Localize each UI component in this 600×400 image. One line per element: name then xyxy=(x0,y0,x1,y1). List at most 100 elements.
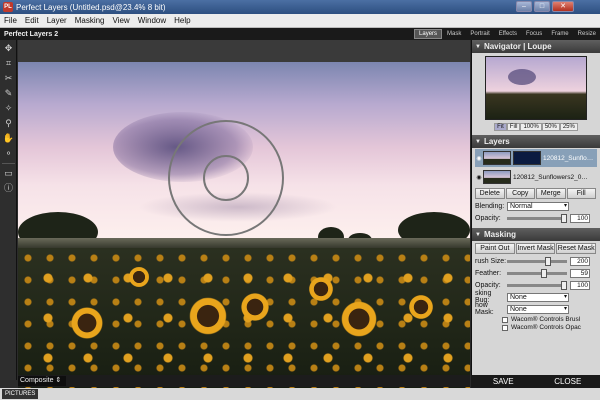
copy-layer-button[interactable]: Copy xyxy=(505,188,535,199)
slider-knob[interactable] xyxy=(545,256,551,266)
zoom-25-button[interactable]: 25% xyxy=(559,123,578,131)
brush-size-input[interactable]: 200 xyxy=(570,256,590,266)
close-button[interactable]: CLOSE xyxy=(536,375,600,388)
layer-opacity-row: Opacity: 100 xyxy=(475,213,597,223)
menu-layer[interactable]: Layer xyxy=(43,16,71,25)
opacity-label: Opacity: xyxy=(475,214,501,222)
zoom-fit-button[interactable]: Fit xyxy=(494,123,507,131)
tab-effects[interactable]: Effects xyxy=(495,30,521,38)
app-logo-icon: PL xyxy=(3,2,13,12)
menu-file[interactable]: File xyxy=(0,16,21,25)
mask-opacity-row: Opacity: 100 xyxy=(475,280,597,290)
navigator-header[interactable]: ▼ Navigator | Loupe xyxy=(472,40,600,53)
sunflower xyxy=(340,300,378,338)
save-button[interactable]: SAVE xyxy=(471,375,536,388)
brush-icon[interactable]: ✎ xyxy=(2,87,15,100)
menu-help[interactable]: Help xyxy=(170,16,194,25)
window-controls: – □ ✕ xyxy=(514,1,574,12)
maximize-button[interactable]: □ xyxy=(534,1,550,12)
layer-thumbnail xyxy=(483,151,511,165)
slider-knob[interactable] xyxy=(561,280,567,290)
menu-edit[interactable]: Edit xyxy=(21,16,43,25)
tab-mask[interactable]: Mask xyxy=(443,30,465,38)
zoom-fill-button[interactable]: Fill xyxy=(506,123,521,131)
zoom-50-button[interactable]: 50% xyxy=(541,123,560,131)
tab-layers[interactable]: Layers xyxy=(414,29,443,39)
close-window-button[interactable]: ✕ xyxy=(552,1,574,12)
window-title: Perfect Layers (Untitled.psd@23.4% 8 bit… xyxy=(16,2,166,12)
sunflower xyxy=(308,276,334,302)
layers-header[interactable]: ▼ Layers xyxy=(472,135,600,148)
crop-icon[interactable]: ⌗ xyxy=(2,57,15,70)
tool-palette: ✥ ⌗ ✂ ✎ ✧ ⚲ ✋ ⚬ ▭ ⓘ xyxy=(0,40,17,380)
visibility-eye-icon[interactable]: ◉ xyxy=(475,155,483,162)
collapse-triangle-icon: ▼ xyxy=(475,231,481,238)
info-icon[interactable]: ⓘ xyxy=(2,182,15,195)
delete-layer-button[interactable]: Delete xyxy=(475,188,505,199)
tab-portrait[interactable]: Portrait xyxy=(466,30,493,38)
eyedropper-icon[interactable]: ⚲ xyxy=(2,117,15,130)
visibility-eye-icon[interactable]: ◉ xyxy=(475,174,483,181)
layers-title: Layers xyxy=(483,137,510,146)
minimize-button[interactable]: – xyxy=(516,1,532,12)
masking-header[interactable]: ▼ Masking xyxy=(472,228,600,241)
menu-window[interactable]: Window xyxy=(134,16,170,25)
tool-divider xyxy=(2,163,15,164)
masking-bug-select[interactable]: None xyxy=(507,292,569,302)
feather-input[interactable]: 59 xyxy=(570,268,590,278)
wacom-opacity-checkbox-row[interactable]: Wacom® Controls Opac xyxy=(502,324,597,331)
opacity-input[interactable]: 100 xyxy=(570,213,590,223)
slider-knob[interactable] xyxy=(561,213,567,223)
layer-row[interactable]: ◉ 120812_Sunflo… xyxy=(475,149,597,167)
menu-masking[interactable]: Masking xyxy=(71,16,109,25)
mask-opacity-label: Opacity: xyxy=(475,281,501,289)
navigator-thumbnail[interactable] xyxy=(485,56,587,120)
zoom-icon[interactable]: ⚬ xyxy=(2,147,15,160)
sunflower xyxy=(240,292,270,322)
layer-row[interactable]: ◉ 120812_Sunflowers2_0… xyxy=(475,168,597,186)
menu-view[interactable]: View xyxy=(109,16,134,25)
masking-buttons: Paint Out Invert Mask Reset Mask xyxy=(475,243,597,254)
tab-resize[interactable]: Resize xyxy=(574,30,600,38)
hand-icon[interactable]: ✋ xyxy=(2,132,15,145)
zoom-buttons: Fit Fill 100% 50% 25% xyxy=(472,123,600,131)
title-bar: PL Perfect Layers (Untitled.psd@23.4% 8 … xyxy=(0,0,600,14)
tab-focus[interactable]: Focus xyxy=(522,30,546,38)
invert-mask-button[interactable]: Invert Mask xyxy=(515,243,556,254)
compare-icon[interactable]: ▭ xyxy=(2,167,15,180)
sunflower xyxy=(70,306,104,340)
mask-opacity-input[interactable]: 100 xyxy=(570,280,590,290)
view-mode-select[interactable]: Composite ⇕ xyxy=(18,376,66,386)
merge-layer-button[interactable]: Merge xyxy=(536,188,566,199)
fill-layer-button[interactable]: Fill xyxy=(566,188,596,199)
thumbnail-cloud xyxy=(508,69,536,85)
brush-size-slider[interactable] xyxy=(507,256,567,266)
wacom-brush-label: Wacom® Controls Brusl xyxy=(511,316,581,323)
feather-slider[interactable] xyxy=(507,268,567,278)
wacom-brush-checkbox-row[interactable]: Wacom® Controls Brusl xyxy=(502,316,597,323)
opacity-slider[interactable] xyxy=(507,213,567,223)
wacom-brush-checkbox[interactable] xyxy=(502,316,508,323)
app-logo: Perfect Layers 2 xyxy=(4,30,59,38)
mask-opacity-slider[interactable] xyxy=(507,280,567,290)
brush-size-label: rush Size: xyxy=(475,257,507,265)
reset-mask-button[interactable]: Reset Mask xyxy=(556,243,597,254)
blending-select[interactable]: Normal xyxy=(507,201,569,211)
navigator-title: Navigator | Loupe xyxy=(483,42,552,51)
slider-knob[interactable] xyxy=(541,268,547,278)
photo-sunflower-field[interactable] xyxy=(18,62,470,400)
magic-brush-icon[interactable]: ✧ xyxy=(2,102,15,115)
sunflower xyxy=(128,266,150,288)
app-header: Perfect Layers 2 Layers Mask Portrait Ef… xyxy=(0,28,600,40)
move-icon[interactable]: ✥ xyxy=(2,42,15,55)
show-mask-select[interactable]: None xyxy=(507,304,569,314)
layer-mask-thumbnail[interactable] xyxy=(513,151,541,165)
paint-out-button[interactable]: Paint Out xyxy=(475,243,515,254)
canvas[interactable] xyxy=(18,40,470,400)
zoom-100-button[interactable]: 100% xyxy=(520,123,542,131)
tab-frame[interactable]: Frame xyxy=(547,30,572,38)
wacom-opacity-checkbox[interactable] xyxy=(502,324,508,331)
transform-icon[interactable]: ✂ xyxy=(2,72,15,85)
panel-footer: SAVE CLOSE xyxy=(471,375,600,388)
show-mask-row: how Mask: None xyxy=(475,302,597,316)
